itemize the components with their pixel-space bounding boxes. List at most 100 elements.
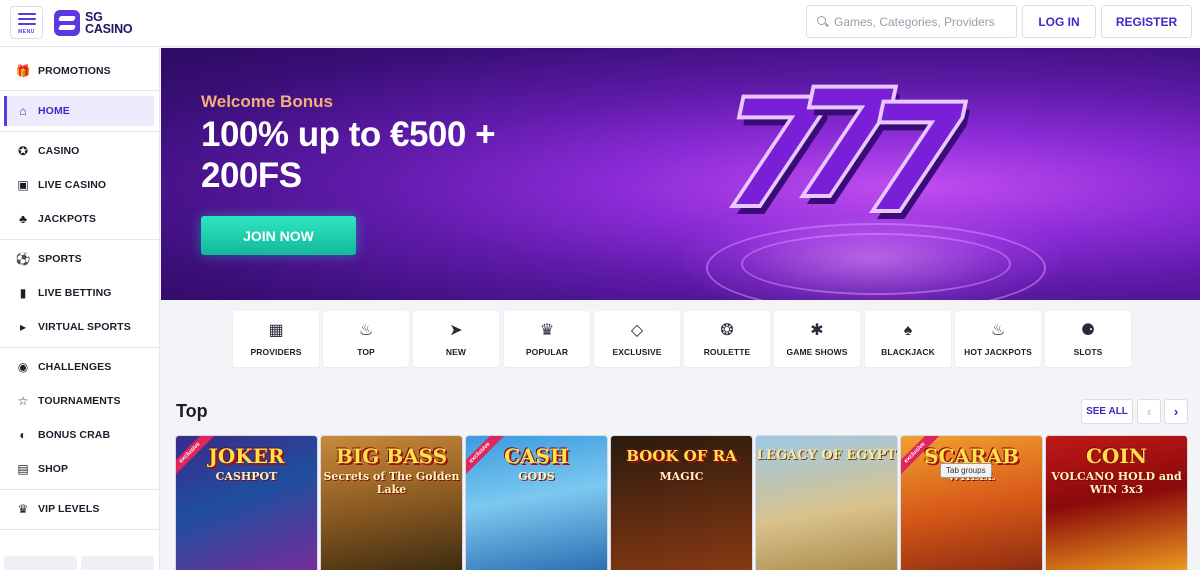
sidebar-item-jackpots[interactable]: ♣ JACKPOTS [4, 204, 154, 234]
sidebar-divider [0, 489, 160, 490]
sidebar-item-challenges[interactable]: ◉ CHALLENGES [4, 352, 154, 382]
category-roulette[interactable]: ❂ ROULETTE [684, 311, 770, 367]
roulette-icon: ❂ [720, 322, 734, 339]
support-button[interactable] [81, 556, 154, 570]
category-label: PROVIDERS [250, 347, 302, 357]
bag-icon: ▤ [17, 462, 29, 476]
language-button[interactable] [4, 556, 77, 570]
sidebar-item-sports[interactable]: ⚽ SPORTS [4, 244, 154, 274]
category-label: ROULETTE [703, 347, 751, 357]
sidebar-item-shop[interactable]: ▤ SHOP [4, 454, 154, 484]
sidebar-item-virtual-sports[interactable]: ▸ VIRTUAL SPORTS [4, 312, 154, 342]
game-subtitle: VOLCANO HOLD and WIN 3x3 [1051, 470, 1182, 496]
section-title-top: Top [176, 401, 208, 421]
sidebar: 🎁 PROMOTIONS ⌂ HOME ✪ CASINO ▣ LIVE CASI… [0, 47, 160, 570]
sidebar-item-label: PROMOTIONS [38, 65, 111, 77]
game-title: CASH [504, 444, 569, 468]
category-label: BLACKJACK [881, 347, 935, 357]
sidebar-item-live-betting[interactable]: ▮ LIVE BETTING [4, 278, 154, 308]
see-all-button[interactable]: SEE ALL [1081, 399, 1133, 424]
sidebar-item-live-casino[interactable]: ▣ LIVE CASINO [4, 170, 154, 200]
search-input[interactable] [834, 14, 1004, 29]
sidebar-item-label: JACKPOTS [38, 213, 96, 225]
game-subtitle: MAGIC [659, 470, 704, 483]
top-header: MENU SG CASINO LOG IN REGISTER [0, 0, 1200, 47]
rocket-icon: ➤ [449, 322, 463, 339]
game-subtitle: Secrets of The Golden Lake [323, 470, 460, 496]
soccer-ball-icon: ⚽ [15, 252, 31, 266]
sidebar-item-vip-levels[interactable]: ♛ VIP LEVELS [4, 494, 154, 524]
wheel-icon: ✱ [810, 322, 824, 339]
sidebar-divider [0, 347, 160, 348]
category-label: POPULAR [525, 347, 569, 357]
category-label: SLOTS [1073, 347, 1103, 357]
game-tile-legacy-of-egypt[interactable]: LEGACY OF EGYPT [755, 435, 898, 570]
diamond-icon: ◇ [630, 322, 644, 339]
search-box[interactable] [806, 5, 1017, 38]
category-providers[interactable]: ▦ PROVIDERS [233, 311, 319, 367]
category-label: EXCLUSIVE [612, 347, 662, 357]
game-tile-big-bass[interactable]: BIG BASS Secrets of The Golden Lake [320, 435, 463, 570]
sidebar-item-tournaments[interactable]: ☆ TOURNAMENTS [4, 386, 154, 416]
category-game-shows[interactable]: ✱ GAME SHOWS [774, 311, 860, 367]
live-icon: ▮ [19, 286, 27, 300]
sidebar-item-promotions[interactable]: 🎁 PROMOTIONS [4, 56, 154, 86]
hamburger-icon [18, 13, 36, 28]
sidebar-item-label: BONUS CRAB [38, 429, 111, 441]
category-slots[interactable]: ⚈ SLOTS [1045, 311, 1131, 367]
category-label: NEW [445, 347, 467, 357]
sidebar-item-label: CASINO [38, 145, 80, 157]
home-icon: ⌂ [19, 104, 27, 118]
game-title: BOOK OF RA [626, 447, 737, 465]
gift-icon: 🎁 [15, 64, 31, 78]
game-tile-scarab-wheel[interactable]: exclusive SCARAB WHEEL [900, 435, 1043, 570]
category-new[interactable]: ➤ NEW [413, 311, 499, 367]
sidebar-item-casino[interactable]: ✪ CASINO [4, 136, 154, 166]
sidebar-item-label: SPORTS [38, 253, 82, 265]
crown-icon: ♛ [17, 502, 29, 516]
clover-icon: ♣ [19, 212, 27, 226]
welcome-bonus-banner[interactable]: 7 7 7 Welcome Bonus 100% up to €500 + 20… [161, 48, 1200, 300]
logo-text: SG CASINO [85, 11, 133, 36]
category-blackjack[interactable]: ♠ BLACKJACK [865, 311, 951, 367]
search-icon [817, 16, 828, 27]
cards-icon: ▣ [17, 178, 29, 192]
game-subtitle: CASHPOT [215, 470, 278, 483]
sidebar-divider [0, 90, 160, 91]
sg-casino-logo[interactable]: SG CASINO [54, 9, 133, 37]
chip-icon: ✪ [17, 144, 29, 158]
carousel-next-button[interactable]: › [1164, 399, 1188, 424]
sidebar-item-label: TOURNAMENTS [38, 395, 121, 407]
flame-icon: ♨ [358, 322, 374, 339]
claw-icon: ◐ [19, 428, 27, 442]
menu-button[interactable]: MENU [10, 6, 43, 39]
sidebar-item-label: LIVE BETTING [38, 287, 112, 299]
sidebar-item-label: VIRTUAL SPORTS [38, 321, 131, 333]
trophy-icon: ☆ [17, 394, 29, 408]
sidebar-item-bonus-crab[interactable]: ◐ BONUS CRAB [4, 420, 154, 450]
game-tile-book-of-ra[interactable]: BOOK OF RA MAGIC [610, 435, 753, 570]
game-title: JOKER [208, 444, 285, 468]
game-title: BIG BASS [335, 444, 448, 468]
category-label: TOP [357, 347, 375, 357]
game-tile-cash-of-gods[interactable]: exclusive CASH GODS [465, 435, 608, 570]
category-exclusive[interactable]: ◇ EXCLUSIVE [594, 311, 680, 367]
game-title: COIN [1086, 444, 1147, 468]
game-tile-coin-volcano[interactable]: COIN VOLCANO HOLD and WIN 3x3 [1045, 435, 1188, 570]
sidebar-divider [0, 131, 160, 132]
sidebar-item-label: VIP LEVELS [38, 503, 100, 515]
login-button[interactable]: LOG IN [1022, 5, 1096, 38]
sidebar-item-label: CHALLENGES [38, 361, 112, 373]
category-label: HOT JACKPOTS [964, 347, 1032, 357]
category-top[interactable]: ♨ TOP [323, 311, 409, 367]
game-tile-joker-cashpot[interactable]: exclusive JOKER CASHPOT [175, 435, 318, 570]
register-button[interactable]: REGISTER [1101, 5, 1192, 38]
fire-icon: ♨ [990, 322, 1006, 339]
game-subtitle: GODS [518, 470, 555, 483]
join-now-button[interactable]: JOIN NOW [201, 216, 356, 255]
sidebar-item-home[interactable]: ⌂ HOME [4, 96, 154, 126]
game-title: LEGACY OF EGYPT [756, 448, 897, 463]
category-hot-jackpots[interactable]: ♨ HOT JACKPOTS [955, 311, 1041, 367]
category-popular[interactable]: ♛ POPULAR [504, 311, 590, 367]
carousel-prev-button[interactable]: ‹ [1137, 399, 1161, 424]
